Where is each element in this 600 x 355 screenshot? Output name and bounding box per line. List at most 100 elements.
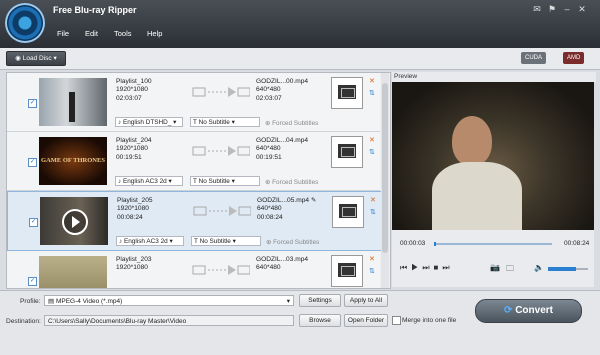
item-checkbox[interactable]: ✓ [28,158,37,167]
play-icon[interactable]: ▶ [411,263,422,272]
output-info: GODZIL...00.mp4 640*480 02:03:07 [256,78,308,103]
list-item[interactable]: ✓ Playlist_203 1920*1080 GODZIL...03.mp4… [7,251,380,288]
video-format-icon: ▤ [48,298,56,305]
forced-subtitles-checkbox[interactable]: ⊕ Forced Subtitles [266,238,319,246]
amd-badge[interactable]: AMD [563,52,585,64]
folder-icon[interactable]: 🗀 [506,263,514,277]
file-list: ✓ Playlist_100 1920*1080 02:03:07 GODZIL… [6,72,391,289]
apply-to-all-button[interactable]: Apply to All [344,294,388,307]
forced-subtitles-checkbox[interactable]: ⊕ Forced Subtitles [265,178,318,186]
audio-track-select[interactable]: ♪ English AC3 2d ▾ [115,176,183,186]
list-item-selected[interactable]: ✓ Playlist_205 1920*1080 00:08:24 GODZIL… [7,191,382,251]
destination-input[interactable]: C:\Users\Sally\Documents\Blu-ray Master\… [44,315,294,326]
seek-bar[interactable] [434,243,552,245]
source-title: Playlist_205 [117,197,153,204]
item-checkbox[interactable]: ✓ [28,99,37,108]
subtitle-value: No Subtitle [198,119,230,126]
convert-label: Convert [515,305,553,316]
menu-edit[interactable]: Edit [85,29,98,38]
list-item[interactable]: ✓ Playlist_100 1920*1080 02:03:07 GODZIL… [7,73,380,132]
source-info: Playlist_203 1920*1080 [116,256,152,273]
output-info: GODZIL...03.mp4 640*480 [256,256,308,273]
move-icon[interactable]: ⇅ [369,267,375,275]
merge-label: Merge into one file [402,317,457,324]
feedback-icon[interactable]: ✉ [531,4,543,14]
subtitle-select[interactable]: T No Subtitle ▾ [190,117,260,127]
subtitle-select[interactable]: T No Subtitle ▾ [191,236,261,246]
play-overlay-icon[interactable] [62,209,88,235]
remove-icon[interactable]: ✕ [369,77,375,85]
title-bar: Free Blu-ray Ripper File Edit Tools Help… [0,0,600,48]
audio-track-value: English AC3 2d [123,238,168,245]
end-icon[interactable]: ⏭ [442,263,453,272]
bottom-panel: Profile: ▤ MPEG-4 Video (*.mp4) ▾ Settin… [0,290,600,355]
settings-button[interactable]: Settings [299,294,341,307]
source-resolution: 1920*1080 [117,205,149,213]
minimize-icon[interactable]: – [561,4,573,14]
output-name: GODZIL...00.mp4 [256,78,309,85]
output-name: GODZIL...03.mp4 [256,256,309,263]
menu-help[interactable]: Help [147,29,162,38]
video-thumbnail [39,78,107,126]
convert-button[interactable]: ⟳ Convert [475,299,582,323]
source-resolution: 1920*1080 [116,264,148,272]
move-icon[interactable]: ⇅ [369,148,375,156]
output-name: GODZIL...05.mp4 [257,197,310,204]
person-shirt [432,162,522,230]
browse-button[interactable]: Browse [299,314,341,327]
format-icon[interactable] [332,196,364,228]
toolbar: ◉ Load Disc ▾ CUDA AMD [0,48,600,70]
video-thumbnail [39,256,107,288]
audio-track-select[interactable]: ♪ English AC3 2d ▾ [116,236,184,246]
merge-checkbox[interactable] [392,316,401,325]
prev-frame-icon[interactable]: ⏮ [400,263,411,272]
open-folder-button[interactable]: Open Folder [344,314,388,327]
remove-icon[interactable]: ✕ [369,136,375,144]
scrollbar-thumb[interactable] [382,83,388,253]
preview-video[interactable] [392,82,594,230]
item-checkbox[interactable]: ✓ [28,277,37,286]
edit-pencil-icon[interactable]: ✎ [311,197,317,204]
output-resolution: 640*480 [256,86,281,94]
playback-buttons: ⏮▶⏭■⏭ [400,263,454,273]
audio-track-select[interactable]: ♪ English DTSHD_ ▾ [115,117,183,127]
seek-bar-fill [434,242,437,246]
source-duration: 00:08:24 [117,213,143,221]
next-frame-icon[interactable]: ⏭ [422,263,433,272]
subtitle-select[interactable]: T No Subtitle ▾ [190,176,260,186]
item-checkbox[interactable]: ✓ [29,218,38,227]
volume-icon[interactable]: 🔈 [534,263,544,272]
source-title: Playlist_100 [116,78,152,85]
convert-arrow-icon [192,263,251,277]
time-current: 00:00:03 [400,240,426,247]
app-title: Free Blu-ray Ripper [53,5,137,15]
profile-select[interactable]: ▤ MPEG-4 Video (*.mp4) ▾ [44,295,294,306]
format-icon[interactable] [331,136,363,168]
menu-tools[interactable]: Tools [114,29,132,38]
remove-icon[interactable]: ✕ [370,196,376,204]
format-icon[interactable] [331,255,363,287]
forced-subtitles-checkbox[interactable]: ⊕ Forced Subtitles [265,119,318,127]
output-duration: 02:03:07 [256,94,282,102]
load-disc-button[interactable]: ◉ Load Disc ▾ [6,51,66,66]
subtitle-value: No Subtitle [199,238,231,245]
format-icon[interactable] [331,77,363,109]
audio-track-value: English AC3 2d [122,178,167,185]
source-resolution: 1920*1080 [116,86,148,94]
cart-icon[interactable]: ⚑ [546,4,558,14]
time-total: 00:08:24 [564,240,590,247]
list-item[interactable]: ✓ GAME OF THRONES Playlist_204 1920*1080… [7,132,380,191]
menu-file[interactable]: File [57,29,69,38]
profile-label: Profile: [20,298,41,305]
close-icon[interactable]: ✕ [576,4,588,14]
destination-label: Destination: [6,318,41,325]
video-thumbnail [40,197,108,245]
convert-arrow-icon [192,144,251,158]
snapshot-icon[interactable]: 📷 [490,263,500,272]
remove-icon[interactable]: ✕ [369,255,375,263]
list-scrollbar[interactable] [381,73,389,288]
move-icon[interactable]: ⇅ [369,89,375,97]
cuda-badge[interactable]: CUDA [521,52,547,64]
output-resolution: 640*480 [256,145,281,153]
move-icon[interactable]: ⇅ [370,208,376,216]
